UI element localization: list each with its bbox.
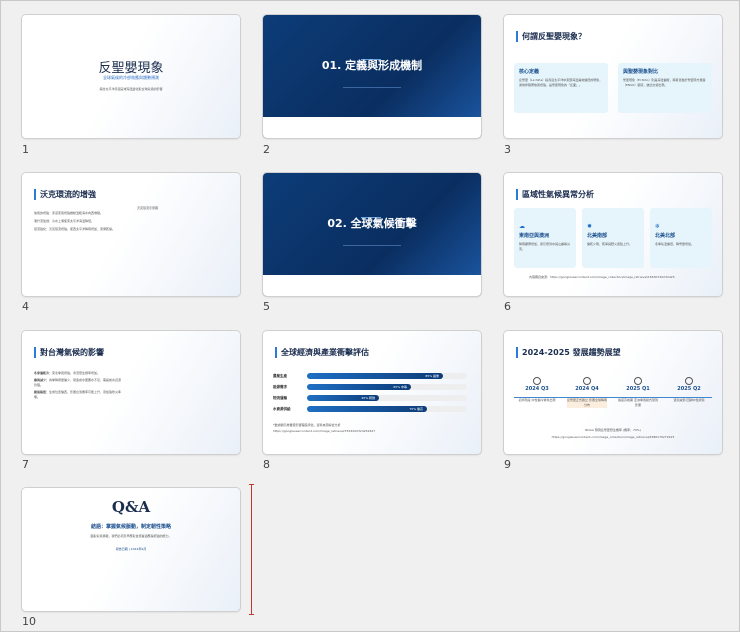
impact-bar-track: 65% 中等 (307, 384, 467, 390)
card-title: 北美北部 (655, 233, 676, 239)
slide-thumbnail-5[interactable]: 02. 全球氣候衝擊 (263, 173, 481, 296)
milestone: 2025 Q2 逐漸減弱 回歸中性狀態 (669, 377, 709, 403)
slide-thumbnail-7[interactable]: 對台灣氣候的影響 冬季偏乾冷：東北季風增強，寒流發生頻率增加。 春雨減少：春季降… (22, 331, 240, 454)
card-title: 核心定義 (519, 69, 540, 75)
insertion-marker (249, 484, 254, 615)
slide-title: 2024-2025 發展趨勢展望 (516, 347, 621, 358)
info-card: 核心定義反聖嬰（La Niña）指赤道太平洋中東部海溫異常偏低的現象，通常伴隨著… (514, 63, 608, 113)
slide-note: 探討太平洋赤道區域海溫變化對全球氣候的影響 (99, 87, 163, 91)
slide-number: 6 (504, 300, 511, 313)
slide-number: 9 (504, 458, 511, 471)
bar-label: 能源需求 (273, 385, 287, 389)
slide-thumbnail-1[interactable]: 反聖嬰現象 全球氣候的冷卻效應與趨勢預測 探討太平洋赤道區域海溫變化對全球氣候的… (22, 15, 240, 138)
impact-bar-track: 75% 偏高 (307, 406, 467, 412)
image-caption: 沃克環流示意圖 (137, 206, 159, 210)
bullet-item: 湧升流加劇：冷水上湧使東太平洋海溫降低。 (34, 219, 95, 223)
cloud-rain-icon: ☁ (519, 223, 525, 230)
source-note: 內容圖資來源：https://googleusercontent.com/ima… (529, 275, 675, 279)
slide-number: 1 (22, 143, 29, 156)
slide-subtitle: 結語：掌握氣候脈動，制定韌性策略 (90, 524, 171, 530)
region-card: ☁ 東南亞與澳洲降雨顯著增加，易引發洪水與山崩等災害。 (514, 208, 576, 268)
bar-label: 物流運輸 (273, 396, 287, 400)
slide-title: 區域性氣候異常分析 (516, 189, 594, 200)
milestone: 2024 Q4 反聖嬰正式確立 影響全球降雨分布 (567, 377, 607, 408)
source-note: NOAA 預測反聖嬰發生機率 (機率：70%) (585, 428, 641, 432)
slide-thumbnail-9[interactable]: 2024-2025 發展趨勢展望 2024 Q3 初步階段 中性偏冷條件出現 20… (504, 331, 722, 454)
slide-title: 沃克環流的增強 (34, 189, 96, 200)
card-text: 偏乾少雨，乾旱與野火風險上升。 (587, 242, 633, 246)
slide-text: 面對氣候挑戰，我們必須及早應對並培養適應與調適的能力。 (90, 534, 172, 538)
impact-bar-track: 85% 嚴重 (307, 373, 467, 379)
slide-number: 4 (22, 300, 29, 313)
slide-title: Q&A (111, 498, 151, 516)
card-text: 反聖嬰（La Niña）指赤道太平洋中東部海溫異常偏低的現象，通常伴隨著信風增強… (519, 78, 603, 87)
info-card: 與聖嬰現象對比聖嬰現象（El Niño）則是海溫偏暖，兩者皆屬於聖嬰南方振盪（E… (618, 63, 712, 113)
bar-label: 農業生產 (273, 374, 287, 378)
slide-title: 對台灣氣候的影響 (34, 347, 104, 358)
slide-thumbnail-4[interactable]: 沃克環流的增強 信風的增強：赤道東風增強推動溫暖海水向西堆積。 湧升流加劇：冷水上… (22, 173, 240, 296)
source-note: *數據顯示產業受影響程度評估，資料來源綜合分析 (273, 423, 341, 427)
sun-icon: ✹ (587, 223, 593, 230)
impact-bar-fill: 75% 偏高 (307, 406, 427, 412)
source-url: https://googleusercontent.com/image_coll… (551, 435, 675, 439)
slide-title: 反聖嬰現象 (98, 61, 164, 76)
slide-thumbnail-3[interactable]: 何謂反聖嬰現象？ 核心定義反聖嬰（La Niña）指赤道太平洋中東部海溫異常偏低… (504, 15, 722, 138)
slide-title: 全球經濟與產業衝擊評估 (275, 347, 369, 358)
bullet-list: 信風的增強：赤道東風增強推動溫暖海水向西堆積。 湧升流加劇：冷水上湧使東太平洋海溫… (34, 211, 124, 232)
slide-thumbnail-2[interactable]: 01. 定義與形成機制 (263, 15, 481, 138)
milestone: 2025 Q1 強度高峰期 亞洲季風模式受到影響 (618, 377, 658, 408)
snowflake-icon: ❄ (655, 223, 661, 230)
card-title: 東南亞與澳洲 (519, 233, 550, 239)
region-card: ❄ 北美北部冬季氣溫偏低，降雪量增加。 (650, 208, 712, 268)
card-text: 降雨顯著增加，易引發洪水與山崩等災害。 (519, 242, 571, 251)
slide-title: 何謂反聖嬰現象？ (516, 31, 586, 42)
impact-list: 冬季偏乾冷：東北季風增強，寒流發生頻率增加。 春雨減少：春季降雨量偏少，易造成水… (34, 371, 122, 399)
slide-number: 5 (263, 300, 270, 313)
impact-bar-fill: 85% 嚴重 (307, 373, 443, 379)
impact-bar-track: 45% 輕微 (307, 395, 467, 401)
source-url: https://googleusercontent.com/image_retr… (273, 429, 376, 433)
bullet-item: 信風的增強：赤道東風增強推動溫暖海水向西堆積。 (34, 211, 104, 215)
impact-bar-fill: 65% 中等 (307, 384, 411, 390)
bullet-item: 環流強化：沃克環流增強，使西太平洋降雨增加、東側乾燥。 (34, 227, 116, 231)
slide-subtitle: 全球氣候的冷卻效應與趨勢預測 (103, 75, 159, 80)
bar-label: 水資源供給 (273, 407, 291, 411)
card-title: 北美南部 (587, 233, 608, 239)
slide-thumbnail-6[interactable]: 區域性氣候異常分析 ☁ 東南亞與澳洲降雨顯著增加，易引發洪水與山崩等災害。 ✹ 北美… (504, 173, 722, 296)
card-text: 冬季氣溫偏低，降雪量增加。 (655, 242, 695, 246)
report-date: 報告日期 | 2024年9月 (115, 547, 147, 551)
card-title: 與聖嬰現象對比 (623, 69, 659, 75)
slide-number: 3 (504, 143, 511, 156)
impact-bar-fill: 45% 輕微 (307, 395, 379, 401)
slide-thumbnail-8[interactable]: 全球經濟與產業衝擊評估 農業生產 85% 嚴重能源需求 65% 中等物流運輸 45% … (263, 331, 481, 454)
section-title: 02. 全球氣候衝擊 (327, 217, 417, 230)
section-title: 01. 定義與形成機制 (321, 59, 423, 72)
slide-number: 7 (22, 458, 29, 471)
card-text: 聖嬰現象（El Niño）則是海溫偏暖，兩者皆屬於聖嬰南方振盪（ENSO）循環，… (623, 78, 706, 87)
slide-thumbnail-10[interactable]: Q&A 結語：掌握氣候脈動，制定韌性策略 面對氣候挑戰，我們必須及早應對並培養適… (22, 488, 240, 611)
region-card: ✹ 北美南部偏乾少雨，乾旱與野火風險上升。 (582, 208, 644, 268)
milestone: 2024 Q3 初步階段 中性偏冷條件出現 (517, 377, 557, 403)
slide-number: 2 (263, 143, 270, 156)
slide-number: 8 (263, 458, 270, 471)
slide-number: 10 (22, 615, 36, 628)
